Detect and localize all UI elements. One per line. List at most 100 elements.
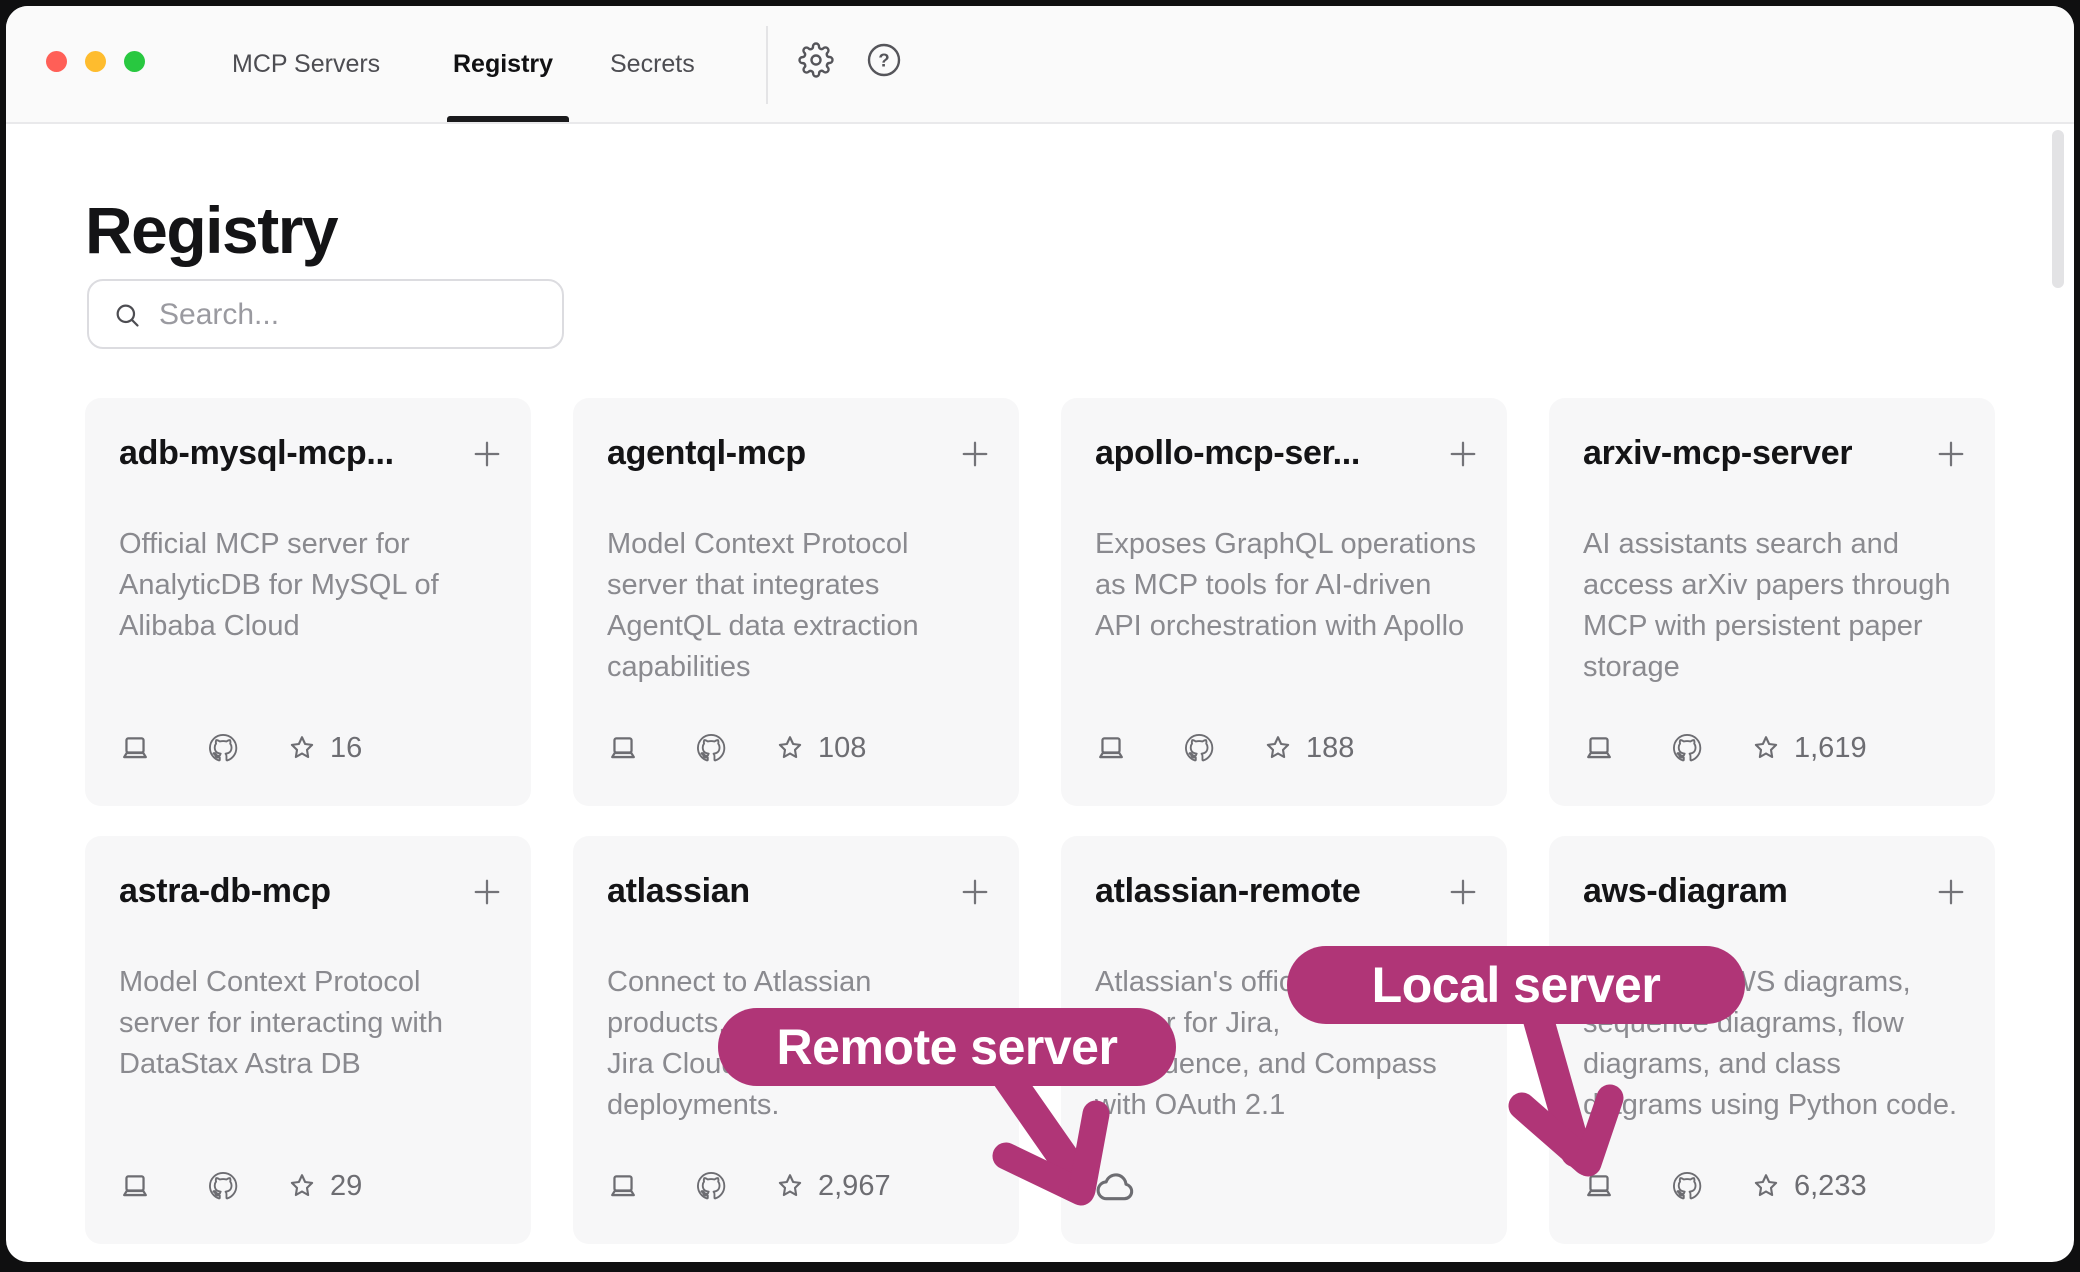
star-icon: [287, 1171, 317, 1201]
github-icon[interactable]: [695, 1170, 727, 1202]
active-tab-underline: [447, 116, 569, 122]
card-title: atlassian: [607, 872, 750, 911]
star-icon: [775, 1171, 805, 1201]
card-header: atlassian-remote: [1095, 872, 1481, 911]
server-card[interactable]: aws-diagram Generate AWS diagrams,sequen…: [1549, 836, 1995, 1244]
settings-button[interactable]: [798, 42, 834, 78]
card-description: Exposes GraphQL operationsas MCP tools f…: [1095, 524, 1476, 647]
card-footer: 6,233: [1583, 1168, 1867, 1204]
card-footer: [1095, 1168, 1139, 1204]
server-card[interactable]: astra-db-mcp Model Context Protocolserve…: [85, 836, 531, 1244]
search-icon: [113, 301, 141, 329]
local-server-callout: Local server: [1287, 946, 1745, 1024]
card-header: adb-mysql-mcp...: [119, 434, 505, 473]
card-title: aws-diagram: [1583, 872, 1788, 911]
page-title: Registry: [85, 190, 337, 270]
star-icon: [287, 733, 317, 763]
server-card[interactable]: adb-mysql-mcp... Official MCP server for…: [85, 398, 531, 806]
star-icon: [1263, 733, 1293, 763]
close-traffic-light[interactable]: [46, 51, 67, 72]
window-header: MCP Servers Registry Secrets ?: [6, 6, 2074, 124]
card-title: apollo-mcp-ser...: [1095, 434, 1360, 473]
screenshot-stage: MCP Servers Registry Secrets ? Registry: [0, 0, 2080, 1272]
star-icon: [1751, 1171, 1781, 1201]
card-description: Official MCP server forAnalyticDB for My…: [119, 524, 439, 647]
star-icon: [775, 733, 805, 763]
card-footer: 188: [1095, 730, 1354, 766]
toolbar-divider: [766, 26, 768, 104]
app-window: MCP Servers Registry Secrets ? Registry: [6, 6, 2074, 1262]
github-icon[interactable]: [1671, 732, 1703, 764]
github-icon[interactable]: [207, 732, 239, 764]
zoom-traffic-light[interactable]: [124, 51, 145, 72]
card-title: agentql-mcp: [607, 434, 806, 473]
question-circle-icon: ?: [866, 42, 902, 78]
card-description: AI assistants search andaccess arXiv pap…: [1583, 524, 1951, 688]
star-count: 6,233: [1794, 1170, 1867, 1203]
laptop-icon: [119, 732, 151, 764]
server-card[interactable]: apollo-mcp-ser... Exposes GraphQL operat…: [1061, 398, 1507, 806]
card-title: astra-db-mcp: [119, 872, 331, 911]
add-server-button[interactable]: [1445, 874, 1481, 910]
cloud-icon: [1095, 1169, 1139, 1203]
star-count: 188: [1306, 732, 1354, 765]
gear-icon: [798, 42, 834, 78]
card-footer: 29: [119, 1168, 362, 1204]
plus-icon: [957, 874, 993, 910]
card-footer: 108: [607, 730, 866, 766]
card-title: arxiv-mcp-server: [1583, 434, 1852, 473]
scrollbar-thumb[interactable]: [2052, 130, 2064, 288]
laptop-icon: [607, 732, 639, 764]
star-count: 29: [330, 1170, 362, 1203]
card-header: arxiv-mcp-server: [1583, 434, 1969, 473]
card-footer: 2,967: [607, 1168, 891, 1204]
tab-mcp-servers[interactable]: MCP Servers: [232, 6, 380, 122]
card-footer: 1,619: [1583, 730, 1867, 766]
star-count: 108: [818, 732, 866, 765]
plus-icon: [469, 436, 505, 472]
star-count: 2,967: [818, 1170, 891, 1203]
laptop-icon: [607, 1170, 639, 1202]
server-card[interactable]: arxiv-mcp-server AI assistants search an…: [1549, 398, 1995, 806]
plus-icon: [1445, 436, 1481, 472]
card-title: atlassian-remote: [1095, 872, 1360, 911]
plus-icon: [469, 874, 505, 910]
search-box: [87, 279, 564, 349]
add-server-button[interactable]: [469, 874, 505, 910]
card-header: agentql-mcp: [607, 434, 993, 473]
add-server-button[interactable]: [1933, 874, 1969, 910]
tab-secrets[interactable]: Secrets: [610, 6, 695, 122]
star-count: 16: [330, 732, 362, 765]
card-description: Model Context Protocolserver for interac…: [119, 962, 443, 1085]
search-input[interactable]: [157, 281, 541, 349]
github-icon[interactable]: [1671, 1170, 1703, 1202]
laptop-icon: [1095, 732, 1127, 764]
server-card[interactable]: agentql-mcp Model Context Protocolserver…: [573, 398, 1019, 806]
card-title: adb-mysql-mcp...: [119, 434, 394, 473]
plus-icon: [1933, 436, 1969, 472]
card-header: aws-diagram: [1583, 872, 1969, 911]
github-icon[interactable]: [695, 732, 727, 764]
plus-icon: [1933, 874, 1969, 910]
card-header: atlassian: [607, 872, 993, 911]
add-server-button[interactable]: [957, 436, 993, 472]
laptop-icon: [1583, 1170, 1615, 1202]
svg-text:?: ?: [878, 50, 889, 71]
laptop-icon: [1583, 732, 1615, 764]
add-server-button[interactable]: [469, 436, 505, 472]
star-icon: [1751, 733, 1781, 763]
tab-registry[interactable]: Registry: [453, 6, 553, 122]
add-server-button[interactable]: [1445, 436, 1481, 472]
help-button[interactable]: ?: [866, 42, 902, 78]
add-server-button[interactable]: [1933, 436, 1969, 472]
plus-icon: [957, 436, 993, 472]
github-icon[interactable]: [1183, 732, 1215, 764]
card-header: astra-db-mcp: [119, 872, 505, 911]
remote-server-callout: Remote server: [718, 1008, 1176, 1086]
github-icon[interactable]: [207, 1170, 239, 1202]
plus-icon: [1445, 874, 1481, 910]
card-description: Model Context Protocolserver that integr…: [607, 524, 919, 688]
minimize-traffic-light[interactable]: [85, 51, 106, 72]
add-server-button[interactable]: [957, 874, 993, 910]
card-footer: 16: [119, 730, 362, 766]
